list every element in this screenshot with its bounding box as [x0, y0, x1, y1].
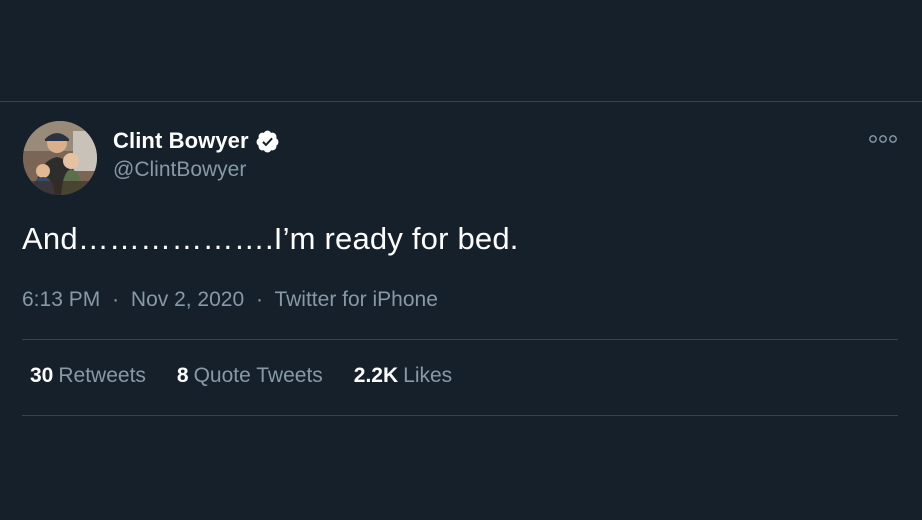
avatar-image — [23, 121, 97, 195]
stats-bottom-divider — [22, 415, 898, 416]
retweets-label: Retweets — [58, 364, 146, 387]
verified-badge-icon — [256, 130, 279, 152]
tweet-meta: 6:13 PM · Nov 2, 2020 · Twitter for iPho… — [22, 288, 438, 312]
avatar[interactable] — [23, 121, 97, 195]
quote-tweets-count: 8 — [176, 364, 189, 387]
likes-count: 2.2K — [353, 364, 399, 387]
retweets-count: 30 — [30, 364, 54, 387]
meta-separator: · — [256, 288, 263, 311]
meta-separator: · — [112, 288, 120, 311]
quote-tweets-label: Quote Tweets — [193, 364, 323, 387]
tweet-stats: 30 Retweets 8 Quote Tweets 2.2K Likes — [30, 364, 483, 388]
tweet-time[interactable]: 6:13 PM — [22, 288, 100, 311]
tweet-source[interactable]: Twitter for iPhone — [274, 288, 437, 311]
display-name-row: Clint Bowyer — [113, 126, 280, 156]
tweet-date[interactable]: Nov 2, 2020 — [131, 288, 244, 311]
more-options-icon[interactable] — [868, 132, 898, 146]
display-name[interactable]: Clint Bowyer — [113, 128, 249, 154]
stats-top-divider — [22, 339, 898, 340]
top-empty-area — [0, 0, 922, 101]
likes-stat[interactable]: 2.2K Likes — [354, 364, 452, 388]
retweets-stat[interactable]: 30 Retweets — [30, 364, 146, 388]
likes-label: Likes — [403, 364, 453, 387]
quote-tweets-stat[interactable]: 8 Quote Tweets — [177, 364, 323, 388]
tweet-text: And……………….I’m ready for bed. — [22, 221, 519, 256]
tweet-card: Clint Bowyer @ClintBowyer And……………….I’m … — [0, 102, 922, 520]
handle[interactable]: @ClintBowyer — [113, 158, 280, 182]
author-info: Clint Bowyer @ClintBowyer — [113, 126, 280, 182]
